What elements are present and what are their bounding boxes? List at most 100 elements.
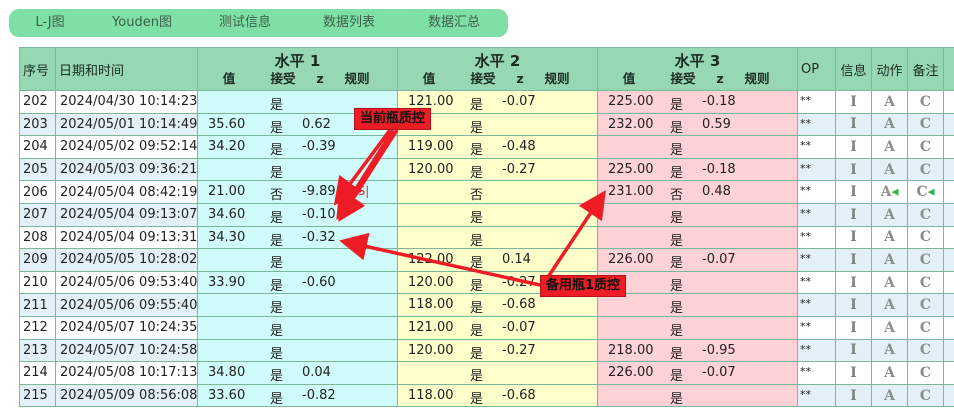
info-icon[interactable]: I: [850, 250, 857, 270]
row-spacer: [943, 361, 954, 385]
table-body: 202 2024/04/30 10:14:23 是 121.00 是 -0.07 225.0…: [19, 90, 954, 408]
table-row[interactable]: 210 2024/05/06 09:53:40 33.90 是 -0.60 120.00 是…: [19, 270, 954, 295]
header-action: 动作: [871, 47, 908, 91]
remark-icon[interactable]: C: [920, 386, 931, 406]
table-row[interactable]: 203 2024/05/01 10:14:49 35.60 是 0.62 是 232.00 是…: [19, 112, 954, 137]
remark-icon[interactable]: C: [920, 92, 931, 112]
level-2-accept: 是: [470, 210, 484, 226]
remark-icon[interactable]: C: [920, 318, 931, 338]
level-1-value: 33.90: [208, 274, 246, 290]
row-level-3: 225.00 是 -0.18: [597, 90, 798, 114]
action-icon[interactable]: A: [884, 318, 895, 338]
table-row[interactable]: 208 2024/05/04 09:13:31 34.30 是 -0.32 是 是 ** I A C: [19, 225, 954, 250]
table-row[interactable]: 205 2024/05/03 09:36:21 是 120.00 是 -0.27 225.0…: [19, 157, 954, 182]
remark-icon[interactable]: C: [920, 160, 931, 180]
table-row[interactable]: 209 2024/05/05 10:28:02 是 122.00 是 0.14 226.00…: [19, 248, 954, 272]
info-icon[interactable]: I: [850, 114, 857, 134]
level-2-z: -0.27: [502, 342, 536, 358]
action-icon[interactable]: A: [884, 137, 895, 157]
table-row[interactable]: 204 2024/05/02 09:52:14 34.20 是 -0.39 119.00 是…: [19, 135, 954, 159]
row-spacer: [943, 112, 954, 137]
row-info-cell: I: [835, 202, 872, 227]
action-icon[interactable]: A: [884, 250, 895, 270]
remark-icon[interactable]: C: [920, 114, 931, 134]
action-icon[interactable]: A: [881, 182, 892, 202]
row-level-1: 34.60 是 -0.10: [197, 202, 398, 227]
info-icon[interactable]: I: [850, 340, 857, 360]
remark-icon[interactable]: C: [920, 227, 931, 247]
table-row[interactable]: 215 2024/05/09 08:56:08 33.60 是 -0.82 118.00 是…: [19, 383, 954, 408]
table-row[interactable]: 206 2024/05/04 08:42:19 21.00 否 -9.89 1-3S| 否 2…: [19, 180, 954, 204]
remark-icon[interactable]: C: [920, 137, 931, 157]
table-row[interactable]: 207 2024/05/04 09:13:07 34.60 是 -0.10 是 是 ** I A C: [19, 202, 954, 227]
level-3-z: 0.48: [702, 184, 731, 200]
remark-icon[interactable]: C: [920, 340, 931, 360]
action-icon[interactable]: A: [884, 386, 895, 406]
info-icon[interactable]: I: [850, 182, 857, 202]
action-icon[interactable]: A: [884, 227, 895, 247]
info-icon[interactable]: I: [850, 137, 857, 157]
info-icon[interactable]: I: [850, 273, 857, 293]
info-icon[interactable]: I: [850, 92, 857, 112]
row-level-2: 否: [397, 180, 598, 204]
remark-icon[interactable]: C: [920, 250, 931, 270]
info-icon[interactable]: I: [850, 318, 857, 338]
level-3-z: -0.07: [702, 365, 736, 381]
level-2-accept: 是: [470, 346, 484, 362]
action-icon[interactable]: A: [884, 205, 895, 225]
row-level-2: 118.00 是 -0.68: [397, 383, 598, 408]
row-level-2: 118.00 是 -0.68: [397, 293, 598, 317]
remark-icon[interactable]: C: [920, 205, 931, 225]
level-3-accept: 是: [670, 165, 684, 181]
action-icon[interactable]: A: [884, 92, 895, 112]
info-icon[interactable]: I: [850, 295, 857, 315]
row-datetime: 2024/05/02 09:52:14: [55, 135, 198, 159]
level-3-accept: 是: [670, 233, 684, 249]
row-remark-cell: C: [907, 270, 944, 295]
remark-icon[interactable]: C: [916, 182, 927, 202]
level-3-z: -0.18: [702, 161, 736, 177]
tab-lj-chart[interactable]: L-J图: [9, 9, 91, 37]
table-row[interactable]: 214 2024/05/08 10:17:13 34.80 是 0.04 是 226.00 是…: [19, 361, 954, 385]
action-icon[interactable]: A: [884, 114, 895, 134]
level-2-value: 121.00: [408, 319, 454, 335]
table-row[interactable]: 212 2024/05/07 10:24:35 是 121.00 是 -0.07 是 ** I A…: [19, 315, 954, 340]
remark-icon[interactable]: C: [920, 363, 931, 383]
row-level-3: 是: [597, 270, 798, 295]
action-icon[interactable]: A: [884, 340, 895, 360]
action-icon[interactable]: A: [884, 160, 895, 180]
row-spacer: [943, 248, 954, 272]
row-spacer: [943, 135, 954, 159]
info-icon[interactable]: I: [850, 363, 857, 383]
row-info-cell: I: [835, 293, 872, 317]
level-1-accept: 是: [270, 98, 284, 113]
tab-youden-chart[interactable]: Youden图: [91, 9, 193, 37]
remark-icon[interactable]: C: [920, 295, 931, 315]
row-seq: 206: [19, 180, 56, 204]
level-3-accept-label: 接受: [670, 70, 696, 86]
level-3-title: 水平 3: [674, 51, 721, 70]
table-row[interactable]: 202 2024/04/30 10:14:23 是 121.00 是 -0.07 225.0…: [19, 90, 954, 114]
level-3-value: 226.00: [608, 252, 654, 268]
level-1-value: 34.20: [208, 139, 246, 155]
info-icon[interactable]: I: [850, 227, 857, 247]
action-icon[interactable]: A: [884, 295, 895, 315]
row-remark-cell: C: [907, 383, 944, 408]
level-1-accept: 是: [270, 301, 284, 317]
tab-test-info[interactable]: 测试信息: [193, 9, 297, 37]
action-icon[interactable]: A: [884, 363, 895, 383]
level-2-value: 121.00: [408, 94, 454, 109]
info-icon[interactable]: I: [850, 160, 857, 180]
table-row[interactable]: 211 2024/05/06 09:55:40 是 118.00 是 -0.68 是 ** I A…: [19, 293, 954, 317]
action-icon[interactable]: A: [884, 273, 895, 293]
level-3-accept: 是: [670, 369, 684, 385]
level-1-z: 0.04: [302, 365, 331, 381]
remark-icon[interactable]: C: [920, 273, 931, 293]
info-icon[interactable]: I: [850, 386, 857, 406]
qc-data-table: 序号 日期和时间 水平 1 值 接受 z 规则 水平 2 值 接受 z 规则 水…: [19, 47, 954, 408]
level-1-z: -9.89: [302, 184, 336, 200]
table-row[interactable]: 213 2024/05/07 10:24:58 是 120.00 是 -0.27 218.0…: [19, 338, 954, 363]
tab-data-summary[interactable]: 数据汇总: [401, 9, 507, 37]
info-icon[interactable]: I: [850, 205, 857, 225]
tab-data-list[interactable]: 数据列表: [297, 9, 401, 37]
